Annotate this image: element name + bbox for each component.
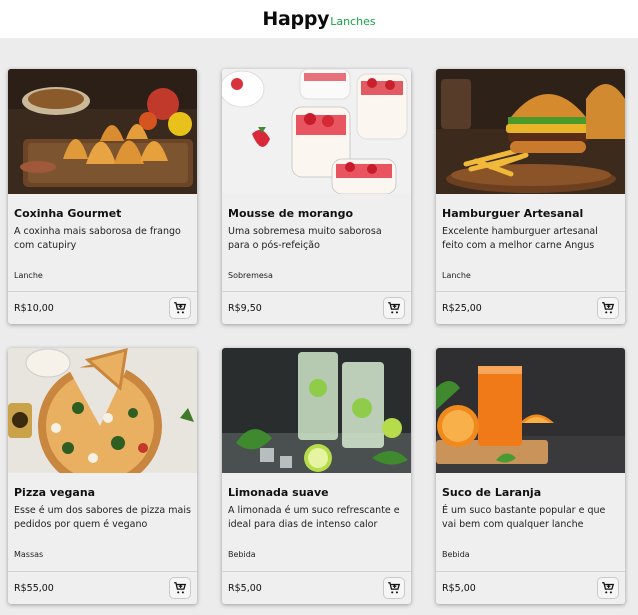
- product-price: R$10,00: [14, 302, 54, 314]
- product-title: Suco de Laranja: [442, 486, 542, 499]
- product-category: Bebida: [228, 550, 256, 559]
- add-to-cart-button[interactable]: [597, 297, 619, 319]
- card-footer: R$25,00: [436, 291, 625, 324]
- add-to-cart-icon: [174, 302, 187, 314]
- card-body: Pizza vegana Esse é um dos sabores de pi…: [8, 473, 197, 571]
- brand-logo[interactable]: Happy Lanches: [262, 8, 375, 30]
- add-to-cart-icon: [388, 582, 401, 594]
- add-to-cart-icon: [602, 582, 615, 594]
- product-card[interactable]: Hamburguer Artesanal Excelente hamburgue…: [436, 69, 625, 324]
- app-header: Happy Lanches: [0, 0, 638, 38]
- add-to-cart-button[interactable]: [169, 297, 191, 319]
- add-to-cart-icon: [388, 302, 401, 314]
- product-description: Esse é um dos sabores de pizza mais pedi…: [14, 505, 191, 530]
- product-image-coxinha: [8, 69, 197, 194]
- card-body: Mousse de morango Uma sobremesa muito sa…: [222, 194, 411, 292]
- product-price: R$5,00: [442, 582, 476, 594]
- product-card[interactable]: Limonada suave A limonada é um suco refr…: [222, 348, 411, 604]
- product-category: Sobremesa: [228, 271, 273, 280]
- add-to-cart-button[interactable]: [383, 297, 405, 319]
- card-body: Hamburguer Artesanal Excelente hamburgue…: [436, 194, 625, 292]
- product-description: Excelente hamburguer artesanal feito com…: [442, 226, 598, 251]
- product-price: R$9,50: [228, 302, 262, 314]
- product-card[interactable]: Mousse de morango Uma sobremesa muito sa…: [222, 69, 411, 324]
- product-title: Coxinha Gourmet: [14, 207, 122, 220]
- add-to-cart-button[interactable]: [169, 577, 191, 599]
- product-card[interactable]: Coxinha Gourmet A coxinha mais saborosa …: [8, 69, 197, 324]
- card-footer: R$5,00: [436, 571, 625, 604]
- card-body: Coxinha Gourmet A coxinha mais saborosa …: [8, 194, 197, 292]
- product-category: Lanche: [442, 271, 471, 280]
- add-to-cart-icon: [602, 302, 615, 314]
- product-price: R$55,00: [14, 582, 54, 594]
- product-card[interactable]: Suco de Laranja É um suco bastante popul…: [436, 348, 625, 604]
- product-description: A coxinha mais saborosa de frango com ca…: [14, 226, 181, 251]
- product-image-suco: [436, 348, 625, 473]
- product-title: Hamburguer Artesanal: [442, 207, 584, 220]
- brand-name: Happy: [262, 8, 330, 30]
- add-to-cart-icon: [174, 582, 187, 594]
- product-description: É um suco bastante popular e que vai bem…: [442, 505, 606, 530]
- product-grid: Coxinha Gourmet A coxinha mais saborosa …: [0, 38, 638, 615]
- product-price: R$25,00: [442, 302, 482, 314]
- product-category: Massas: [14, 550, 44, 559]
- brand-subtitle: Lanches: [330, 15, 376, 28]
- product-image-mousse: [222, 69, 411, 194]
- product-title: Mousse de morango: [228, 207, 354, 220]
- product-title: Limonada suave: [228, 486, 329, 499]
- product-price: R$5,00: [228, 582, 262, 594]
- card-footer: R$55,00: [8, 571, 197, 604]
- product-description: Uma sobremesa muito saborosa para o pós-…: [228, 226, 382, 251]
- product-title: Pizza vegana: [14, 486, 96, 499]
- card-body: Suco de Laranja É um suco bastante popul…: [436, 473, 625, 571]
- card-footer: R$10,00: [8, 291, 197, 324]
- card-footer: R$5,00: [222, 571, 411, 604]
- product-image-pizza: [8, 348, 197, 473]
- product-image-limonada: [222, 348, 411, 473]
- card-body: Limonada suave A limonada é um suco refr…: [222, 473, 411, 571]
- product-category: Bebida: [442, 550, 470, 559]
- add-to-cart-button[interactable]: [597, 577, 619, 599]
- card-footer: R$9,50: [222, 291, 411, 324]
- product-image-hamburguer: [436, 69, 625, 194]
- product-description: A limonada é um suco refrescante e ideal…: [228, 505, 400, 530]
- product-card[interactable]: Pizza vegana Esse é um dos sabores de pi…: [8, 348, 197, 604]
- product-category: Lanche: [14, 271, 43, 280]
- add-to-cart-button[interactable]: [383, 577, 405, 599]
